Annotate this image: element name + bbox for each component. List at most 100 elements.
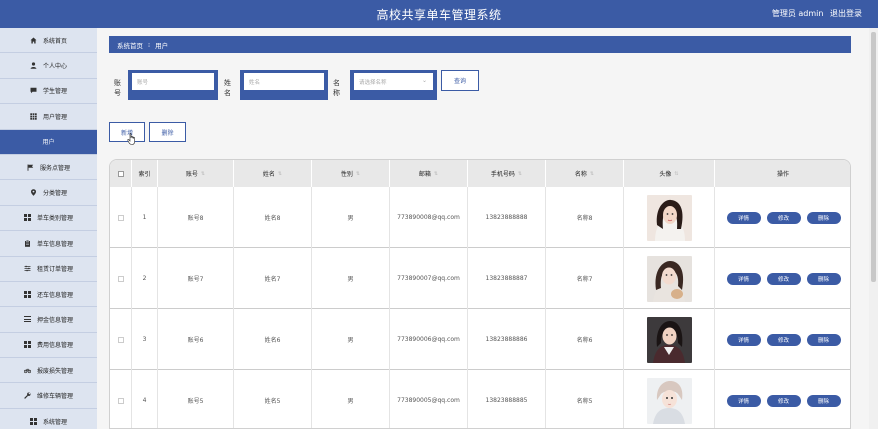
row-checkbox[interactable] xyxy=(110,370,132,428)
sidebar-item-label: 还车信息管理 xyxy=(36,291,73,299)
avatar xyxy=(646,316,692,363)
edit-button[interactable]: 修改 xyxy=(766,394,801,407)
sidebar-item-users[interactable]: 用户 xyxy=(0,129,97,155)
sidebar-item-students[interactable]: 学生管理 xyxy=(0,79,97,105)
sidebar-item-categories[interactable]: 分类管理 xyxy=(0,180,97,206)
detail-button[interactable]: 详情 xyxy=(726,211,761,224)
top-bar: 高校共享单车管理系统 管理员 admin 退出登录 xyxy=(0,0,878,28)
row-checkbox[interactable] xyxy=(110,187,132,248)
chat-icon xyxy=(30,87,37,94)
clipboard-icon xyxy=(24,239,31,247)
column-header[interactable]: 性别 ⇅ xyxy=(312,160,390,187)
detail-button[interactable]: 详情 xyxy=(726,333,761,346)
sidebar-item-label: 系统首页 xyxy=(42,37,67,45)
sidebar-item-label: 维修车辆管理 xyxy=(36,393,73,401)
logout-link[interactable]: 退出登录 xyxy=(830,9,862,18)
detail-button[interactable]: 详情 xyxy=(726,272,761,285)
cell-email: 773890005@qq.com xyxy=(390,370,468,428)
sidebar-item-bike-types[interactable]: 单车类别管理 xyxy=(0,206,97,232)
app-title: 高校共享单车管理系统 xyxy=(376,8,502,22)
title-select[interactable]: 请选择名称 ⌄ xyxy=(350,70,437,100)
cell-title: 名称5 xyxy=(546,370,624,428)
account-label: 账号 xyxy=(114,79,121,97)
column-header[interactable]: 邮箱 ⇅ xyxy=(390,160,468,187)
grid-icon xyxy=(23,214,31,222)
sidebar: 系统首页 个人中心 学生管理 用户管理 用户 服务点管理 分类管理 单车类别管理 xyxy=(0,28,97,429)
sidebar-item-label: 用户 xyxy=(42,139,55,147)
column-header[interactable]: 名称 ⇅ xyxy=(546,160,624,187)
column-header[interactable]: 姓名 ⇅ xyxy=(234,160,312,187)
query-button[interactable]: 查询 xyxy=(441,70,479,91)
page-scrollbar[interactable] xyxy=(869,28,878,429)
account-input[interactable]: 账号 xyxy=(128,70,218,100)
cell-name: 姓名6 xyxy=(234,309,312,370)
sidebar-item-personal-center[interactable]: 个人中心 xyxy=(0,53,97,79)
row-delete-button[interactable]: 删除 xyxy=(806,272,841,285)
sidebar-item-scrap-loss[interactable]: 报废损失管理 xyxy=(0,358,97,384)
user-icon xyxy=(30,62,37,69)
sidebar-item-deposits[interactable]: 押金信息管理 xyxy=(0,307,97,333)
edit-button[interactable]: 修改 xyxy=(766,333,801,346)
row-checkbox[interactable] xyxy=(110,248,132,309)
sidebar-item-label: 服务点管理 xyxy=(39,164,70,172)
cell-account: 账号8 xyxy=(158,187,234,248)
row-delete-button[interactable]: 删除 xyxy=(806,211,841,224)
avatar xyxy=(646,255,692,302)
sort-icon: ⇅ xyxy=(589,170,595,177)
sidebar-item-fees[interactable]: 费用信息管理 xyxy=(0,333,97,359)
sidebar-item-home[interactable]: 系统首页 xyxy=(0,28,97,54)
account-placeholder: 账号 xyxy=(132,73,214,90)
column-header[interactable]: 手机号码 ⇅ xyxy=(468,160,546,187)
table-row: 1 账号8 姓名8 男 773890008@qq.com 13823888888… xyxy=(110,187,850,248)
cell-title: 名称6 xyxy=(546,309,624,370)
table-grid-icon xyxy=(30,113,37,120)
cell-gender: 男 xyxy=(312,370,390,428)
sidebar-item-system[interactable]: 系统管理 xyxy=(0,409,97,429)
table-row: 3 账号6 姓名6 男 773890006@qq.com 13823888886… xyxy=(110,309,850,370)
select-all-checkbox[interactable] xyxy=(110,160,132,187)
sidebar-item-label: 单车类别管理 xyxy=(36,215,73,223)
cell-name: 姓名8 xyxy=(234,187,312,248)
sidebar-item-rental-orders[interactable]: 租赁订单管理 xyxy=(0,257,97,282)
sort-icon: ⇅ xyxy=(433,170,439,177)
cell-title: 名称7 xyxy=(546,248,624,309)
sort-icon: ⇅ xyxy=(200,170,206,177)
sidebar-item-label: 报废损失管理 xyxy=(36,367,73,375)
cell-gender: 男 xyxy=(312,248,390,309)
chevron-down-icon: ⌄ xyxy=(421,77,427,84)
column-header[interactable]: 头像 ⇅ xyxy=(624,160,715,187)
sidebar-item-bike-info[interactable]: 单车信息管理 xyxy=(0,231,97,257)
grid-icon xyxy=(23,341,31,349)
sidebar-item-label: 租赁订单管理 xyxy=(36,266,73,274)
row-delete-button[interactable]: 删除 xyxy=(806,333,841,346)
breadcrumb: 系统首页 ⁝ 用户 xyxy=(109,36,851,53)
cell-name: 姓名7 xyxy=(234,248,312,309)
scrollbar-thumb[interactable] xyxy=(871,32,876,282)
row-checkbox[interactable] xyxy=(110,309,132,370)
sort-icon: ⇅ xyxy=(355,170,361,177)
cell-gender: 男 xyxy=(312,187,390,248)
breadcrumb-separator: ⁝ xyxy=(148,40,151,49)
grid-icon xyxy=(23,290,31,298)
column-header[interactable]: 账号 ⇅ xyxy=(158,160,234,187)
sidebar-item-returns[interactable]: 还车信息管理 xyxy=(0,282,97,308)
edit-button[interactable]: 修改 xyxy=(766,272,801,285)
detail-button[interactable]: 详情 xyxy=(726,394,761,407)
sidebar-item-label: 押金信息管理 xyxy=(36,316,73,324)
flag-icon xyxy=(27,164,34,171)
row-delete-button[interactable]: 删除 xyxy=(806,394,841,407)
sidebar-item-label: 系统管理 xyxy=(42,418,67,426)
breadcrumb-home[interactable]: 系统首页 xyxy=(117,40,143,50)
name-input[interactable]: 姓名 xyxy=(240,70,328,100)
cell-index: 3 xyxy=(132,309,158,370)
cell-phone: 13823888888 xyxy=(468,187,546,248)
user-table: 索引 账号 ⇅ 姓名 ⇅ 性别 ⇅ 邮箱 ⇅ 手机号码 ⇅ 名称 ⇅ 头像 ⇅ 操作 1 账号… xyxy=(109,159,851,429)
sidebar-item-user-management[interactable]: 用户管理 xyxy=(0,104,97,130)
sidebar-item-service-points[interactable]: 服务点管理 xyxy=(0,155,97,181)
bike-icon xyxy=(23,367,31,374)
column-header: 操作 xyxy=(715,160,850,187)
delete-button[interactable]: 删除 xyxy=(149,122,186,142)
table-header: 索引 账号 ⇅ 姓名 ⇅ 性别 ⇅ 邮箱 ⇅ 手机号码 ⇅ 名称 ⇅ 头像 ⇅ 操作 xyxy=(110,160,850,187)
edit-button[interactable]: 修改 xyxy=(766,211,801,224)
sidebar-item-repairs[interactable]: 维修车辆管理 xyxy=(0,383,97,409)
